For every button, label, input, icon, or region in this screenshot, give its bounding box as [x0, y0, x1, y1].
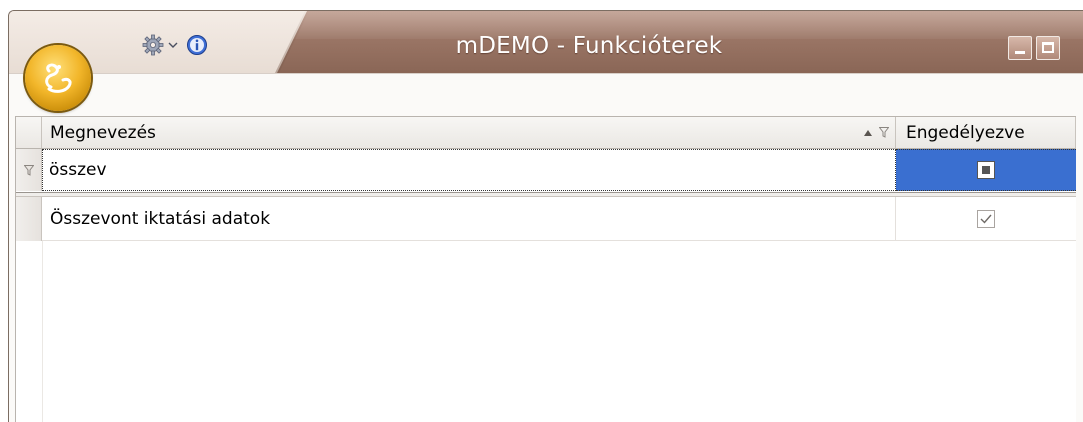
header-indicator-cell [16, 117, 42, 149]
checkmark-icon [980, 214, 992, 224]
filter-checkbox-cell[interactable] [896, 149, 1076, 191]
row-name: Összevont iktatási adatok [50, 208, 271, 229]
settings-dropdown-button[interactable] [166, 33, 180, 57]
column-header-label: Engedélyezve [906, 122, 1025, 143]
window-title: mDEMO - Funkcióterek [455, 33, 723, 59]
filter-icon[interactable] [879, 127, 889, 138]
info-icon [187, 35, 207, 55]
empty-area [16, 241, 43, 422]
filter-input[interactable]: összev [42, 149, 896, 191]
gear-icon [142, 34, 164, 56]
table-row-enabled-cell[interactable] [896, 197, 1076, 241]
column-header-engedelyezve[interactable]: Engedélyezve [896, 117, 1076, 149]
filter-icon [23, 164, 34, 176]
column-header-megnevezes[interactable]: Megnevezés [42, 117, 896, 149]
filter-checkbox[interactable] [977, 161, 995, 179]
filter-text: összev [49, 160, 107, 180]
enabled-checkbox[interactable] [977, 209, 995, 228]
app-logo-icon [45, 63, 72, 93]
row-indicator[interactable] [16, 197, 42, 241]
app-menu-button[interactable] [25, 45, 91, 111]
column-header-label: Megnevezés [50, 122, 156, 143]
chevron-down-icon [168, 42, 178, 48]
maximize-button[interactable] [1036, 36, 1060, 60]
table-row-name-cell[interactable]: Összevont iktatási adatok [42, 197, 896, 241]
info-button[interactable] [185, 33, 209, 57]
minimize-button[interactable] [1008, 36, 1032, 60]
sort-ascending-icon [864, 129, 872, 136]
settings-button[interactable] [141, 33, 165, 57]
data-grid: Megnevezés Engedélyezve összev Összevont… [15, 116, 1076, 422]
filter-row-indicator [16, 149, 42, 191]
